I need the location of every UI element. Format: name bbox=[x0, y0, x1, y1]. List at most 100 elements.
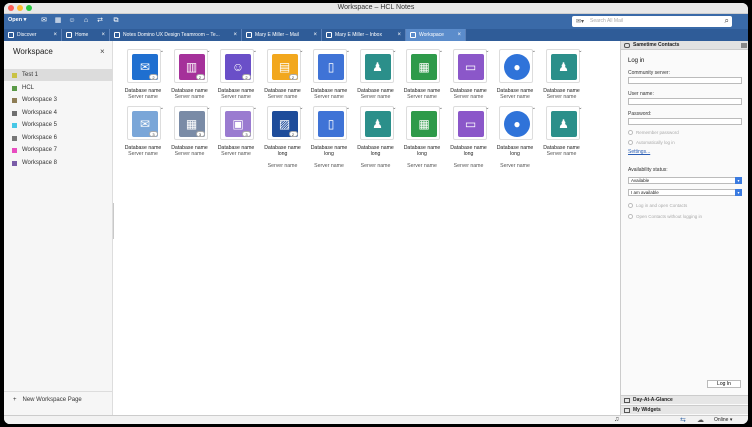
remember-password-checkbox[interactable] bbox=[628, 130, 633, 135]
chevron-down-icon[interactable]: ⌄ bbox=[299, 105, 303, 111]
database-tile[interactable]: ▭ ⌄ Database name Server name bbox=[446, 47, 492, 105]
close-icon[interactable]: × bbox=[100, 47, 105, 56]
database-tile[interactable]: ● ⌄ Database name Server name bbox=[492, 47, 538, 105]
database-tile[interactable]: ▥ 2 ⌄ Database name Server name bbox=[167, 47, 213, 105]
open-button[interactable]: Open ▾ bbox=[8, 17, 26, 23]
chevron-down-icon[interactable]: ⌄ bbox=[439, 48, 443, 54]
sidebar-item-label: Workspace 8 bbox=[22, 159, 57, 166]
sidebar-item-workspace[interactable]: Workspace 7 bbox=[4, 144, 113, 156]
close-icon[interactable]: × bbox=[101, 29, 105, 41]
chevron-down-icon[interactable]: ⌄ bbox=[206, 105, 210, 111]
sidebar-item-workspace[interactable]: Workspace 4 bbox=[4, 107, 113, 119]
panel-menu-icon[interactable] bbox=[741, 43, 747, 48]
database-tile[interactable]: ✉ 3 ⌄ Database name Server name bbox=[120, 104, 166, 162]
tab-home[interactable]: Home × bbox=[62, 29, 110, 41]
close-icon[interactable]: × bbox=[313, 29, 317, 41]
new-workspace-page-button[interactable]: + New Workspace Page bbox=[13, 397, 82, 403]
replication-icon[interactable]: ⇆ bbox=[680, 416, 686, 424]
database-tile[interactable]: ▯ ⌄ Database name long Server name bbox=[306, 104, 352, 169]
tab-inbox[interactable]: Mary E Miller – Inbox × bbox=[322, 29, 406, 41]
close-icon[interactable]: × bbox=[233, 29, 237, 41]
open-without-login-radio[interactable] bbox=[628, 214, 633, 219]
sidebar-item-workspace[interactable]: Workspace 6 bbox=[4, 132, 113, 144]
chevron-down-icon[interactable]: ⌄ bbox=[439, 105, 443, 111]
availability-select[interactable]: Available ▾ bbox=[628, 177, 742, 184]
chevron-down-icon[interactable]: ⌄ bbox=[346, 48, 350, 54]
user-name-input[interactable] bbox=[628, 98, 742, 105]
chevron-down-icon[interactable]: ⌄ bbox=[206, 48, 210, 54]
password-input[interactable] bbox=[628, 118, 742, 125]
sidebar-item-workspace[interactable]: Workspace 5 bbox=[4, 119, 113, 131]
close-icon[interactable]: × bbox=[397, 29, 401, 41]
database-tile[interactable]: ▯ ⌄ Database name Server name bbox=[306, 47, 352, 105]
home-icon bbox=[66, 32, 72, 38]
database-tile[interactable]: ▦ 3 ⌄ Database name Server name bbox=[167, 104, 213, 162]
database-tile[interactable]: ♟ ⌄ Database name Server name bbox=[353, 47, 399, 105]
sidebar-item-workspace[interactable]: Workspace 8 bbox=[4, 157, 113, 169]
chevron-down-icon[interactable]: ⌄ bbox=[346, 105, 350, 111]
online-status[interactable]: Online ▾ bbox=[714, 417, 732, 423]
database-tile[interactable]: ▭ ⌄ Database name long Server name bbox=[446, 104, 492, 169]
tab-discover[interactable]: Discover × bbox=[4, 29, 62, 41]
chevron-down-icon[interactable]: ⌄ bbox=[299, 48, 303, 54]
status-message-select[interactable]: I am available ▾ bbox=[628, 189, 742, 196]
chevron-down-icon[interactable]: ⌄ bbox=[253, 105, 257, 111]
day-at-a-glance-bar[interactable]: Day-At-A-Glance bbox=[621, 395, 748, 404]
server-name: Server name bbox=[267, 163, 298, 169]
database-tile[interactable]: ▨ 2 ⌄ Database name long Server name bbox=[260, 104, 306, 169]
chevron-down-icon[interactable]: ⌄ bbox=[578, 48, 582, 54]
mail-scope-icon[interactable]: ✉▾ bbox=[576, 18, 584, 25]
sidebar-item-workspace[interactable]: Test 1 bbox=[4, 69, 113, 81]
database-tile[interactable]: ✉ 2 ⌄ Database name Server name bbox=[120, 47, 166, 105]
database-tile[interactable]: ▤ 2 ⌄ Database name Server name bbox=[260, 47, 306, 105]
database-tile[interactable]: ▦ ⌄ Database name long Server name bbox=[399, 104, 445, 169]
chevron-down-icon[interactable]: ⌄ bbox=[160, 105, 164, 111]
server-name: Server name bbox=[174, 94, 205, 100]
sidebar-item-label: Workspace 4 bbox=[22, 109, 57, 116]
chevron-down-icon[interactable]: ⌄ bbox=[160, 48, 164, 54]
replicator-icon[interactable]: ⇄ bbox=[96, 17, 104, 25]
database-tile[interactable]: ● ⌄ Database name long Server name bbox=[492, 104, 538, 169]
close-icon[interactable]: × bbox=[457, 29, 461, 41]
database-tile[interactable]: ♟ ⌄ Database name Server name bbox=[539, 47, 585, 105]
chevron-down-icon[interactable]: ⌄ bbox=[532, 105, 536, 111]
workspace-icon[interactable]: ⧉ bbox=[112, 17, 120, 25]
chevron-down-icon[interactable]: ⌄ bbox=[532, 48, 536, 54]
chevron-down-icon[interactable]: ⌄ bbox=[578, 105, 582, 111]
sidebar-item-workspace[interactable]: HCL bbox=[4, 82, 113, 94]
database-icon-frame: ✉ 3 bbox=[127, 106, 161, 140]
contacts-icon[interactable]: ☺ bbox=[68, 17, 76, 25]
my-widgets-bar[interactable]: My Widgets bbox=[621, 405, 748, 414]
database-tile[interactable]: ☺ 2 ⌄ Database name Server name bbox=[213, 47, 259, 105]
calendar-icon[interactable]: ▦ bbox=[54, 17, 62, 25]
home-icon[interactable]: ⌂ bbox=[82, 17, 90, 25]
auto-login-checkbox[interactable] bbox=[628, 140, 633, 145]
login-open-contacts-radio[interactable] bbox=[628, 203, 633, 208]
mail-icon[interactable]: ✉ bbox=[40, 17, 48, 25]
chevron-down-icon[interactable]: ⌄ bbox=[485, 105, 489, 111]
log-in-button[interactable]: Log In bbox=[707, 380, 741, 388]
database-tile[interactable]: ♟ ⌄ Database name long Server name bbox=[353, 104, 399, 169]
community-server-input[interactable] bbox=[628, 77, 742, 84]
database-name: Database name long bbox=[310, 145, 348, 157]
sidebar-item-workspace[interactable]: Workspace 3 bbox=[4, 94, 113, 106]
chevron-down-icon[interactable]: ⌄ bbox=[485, 48, 489, 54]
search-field[interactable]: ✉▾ Search All Mail ⌕ bbox=[572, 16, 732, 27]
tab-teamroom[interactable]: Notes Domino UX Design Teamroom – Te... × bbox=[110, 29, 242, 41]
tab-mail[interactable]: Mary E Miller – Mail × bbox=[242, 29, 322, 41]
search-placeholder: Search All Mail bbox=[590, 18, 624, 24]
close-icon[interactable]: × bbox=[53, 29, 57, 41]
database-tile[interactable]: ▣ 3 ⌄ Database name Server name bbox=[213, 104, 259, 162]
chevron-down-icon[interactable]: ⌄ bbox=[392, 105, 396, 111]
tab-workspace[interactable]: Workspace × bbox=[406, 29, 466, 41]
app-window: Workspace – HCL Notes Open ▾ ✉ ▦ ☺ ⌂ ⇄ ⧉… bbox=[4, 3, 748, 424]
settings-link[interactable]: Settings... bbox=[628, 149, 650, 155]
database-tile[interactable]: ▦ ⌄ Database name Server name bbox=[399, 47, 445, 105]
search-icon[interactable]: ⌕ bbox=[725, 16, 729, 26]
notification-bell-icon[interactable]: ♫ bbox=[614, 416, 619, 423]
chevron-down-icon[interactable]: ⌄ bbox=[253, 48, 257, 54]
server-name: Server name bbox=[314, 94, 344, 100]
chevron-down-icon[interactable]: ⌄ bbox=[392, 48, 396, 54]
database-tile[interactable]: ♟ ⌄ Database name Server name bbox=[539, 104, 585, 162]
network-icon[interactable]: ☁ bbox=[697, 416, 704, 424]
